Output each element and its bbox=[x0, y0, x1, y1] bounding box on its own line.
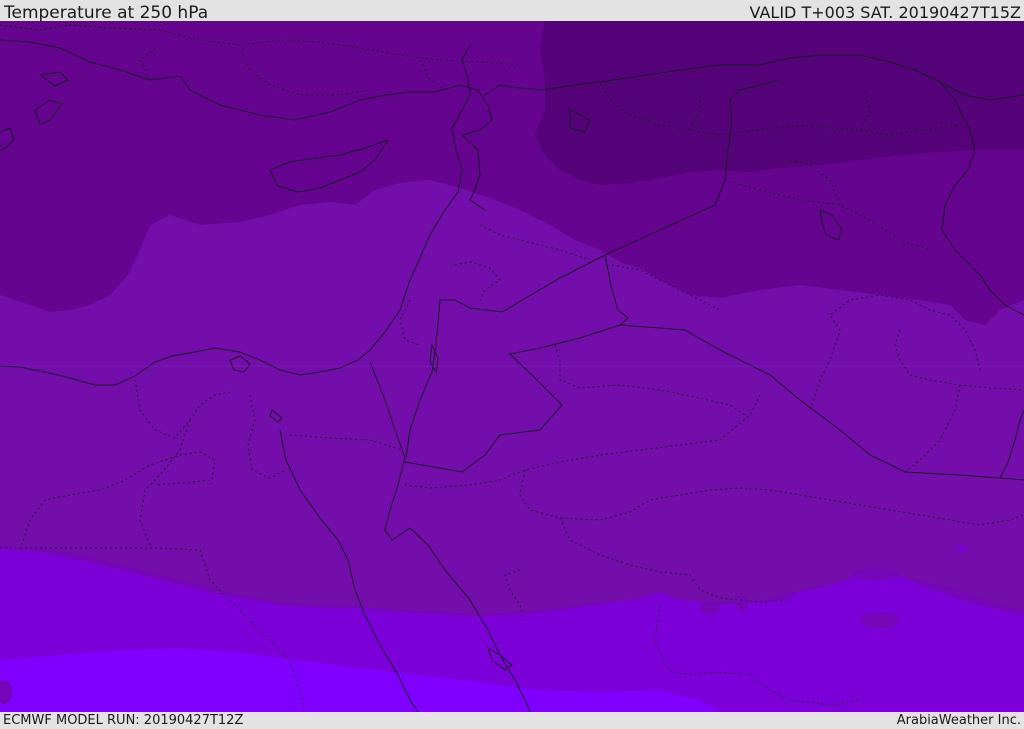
footer-bar: ECMWF MODEL RUN: 20190427T12Z ArabiaWeat… bbox=[0, 712, 1024, 729]
map-canvas bbox=[0, 21, 1024, 712]
map-title: Temperature at 250 hPa bbox=[4, 3, 209, 23]
violet-blob bbox=[850, 568, 900, 580]
temperature-map[interactable] bbox=[0, 21, 1024, 712]
model-run-label: ECMWF MODEL RUN: 20190427T12Z bbox=[3, 713, 244, 728]
violet-blob bbox=[860, 612, 900, 628]
credit-label: ArabiaWeather Inc. bbox=[896, 713, 1021, 728]
violet-blob bbox=[736, 595, 748, 611]
violet-blob bbox=[956, 545, 968, 551]
violet-blob bbox=[700, 602, 720, 614]
valid-time-label: VALID T+003 SAT. 20190427T15Z bbox=[749, 3, 1021, 22]
header-bar: Temperature at 250 hPa VALID T+003 SAT. … bbox=[0, 0, 1024, 23]
